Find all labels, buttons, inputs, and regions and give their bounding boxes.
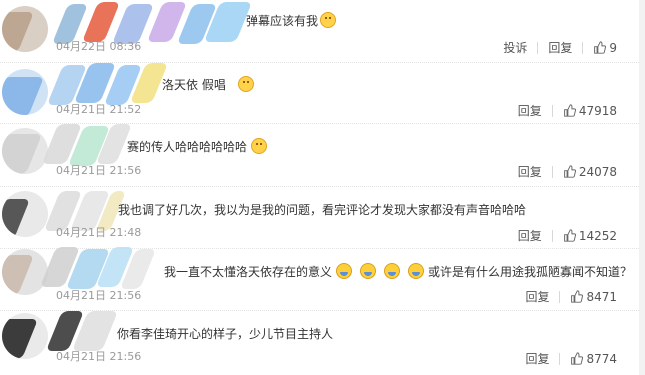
divider <box>551 165 553 178</box>
scrollbar[interactable] <box>639 0 645 375</box>
comment-text: 弹幕应该有我 <box>246 12 337 29</box>
like-button[interactable]: 8774 <box>570 352 617 366</box>
like-count: 47918 <box>578 103 617 118</box>
comment-text: 我一直不太懂洛天依存在的意义 或许是有什么用途我孤陋寡闻不知道？ <box>164 263 632 280</box>
avatar[interactable] <box>2 69 48 115</box>
comment-text: 你看李佳琦开心的样子，少儿节目主持人 <box>117 325 333 342</box>
doge-face-icon <box>320 12 337 28</box>
comment-body: 赛的传人哈哈哈哈哈哈 <box>127 140 248 154</box>
avatar[interactable] <box>2 249 48 295</box>
comment-actions: 回复 24078 <box>518 163 617 180</box>
divider <box>559 290 561 303</box>
like-button[interactable]: 24078 <box>563 165 617 179</box>
comment-time: 04月21日 21:48 <box>56 226 142 239</box>
reply-button[interactable]: 回复 <box>518 163 542 180</box>
comment-time: 04月21日 21:52 <box>56 103 142 116</box>
like-count: 8471 <box>586 289 617 304</box>
reply-button[interactable]: 回复 <box>518 102 542 119</box>
comment-body-continued: 或许是有什么用途我孤陋寡闻不知道？ <box>428 265 633 279</box>
avatar[interactable] <box>2 191 48 237</box>
divider <box>551 104 553 117</box>
comment-time: 04月22日 08:36 <box>56 40 142 53</box>
comment-text: 洛天依 假唱 <box>162 76 254 93</box>
avatar[interactable] <box>2 313 48 359</box>
like-button[interactable]: 47918 <box>563 104 617 118</box>
thumbs-up-icon <box>571 290 584 303</box>
reply-button[interactable]: 回复 <box>525 288 549 305</box>
comment-body: 你看李佳琦开心的样子，少儿节目主持人 <box>117 327 334 341</box>
comment-item: 我一直不太懂洛天依存在的意义 或许是有什么用途我孤陋寡闻不知道？ 04月21日 2… <box>0 247 645 311</box>
avatar[interactable] <box>2 6 48 52</box>
laughing-tears-icon <box>384 263 401 279</box>
like-count: 9 <box>609 40 617 55</box>
divider <box>582 41 584 54</box>
comment-actions: 回复 8774 <box>525 350 617 367</box>
comment-item: 弹幕应该有我 04月22日 08:36 投诉 回复 9 <box>0 0 645 62</box>
divider <box>551 229 553 242</box>
comment-actions: 回复 47918 <box>518 102 617 119</box>
comment-text: 我也调了好几次，我以为是我的问题，看完评论才发现大家都没有声音哈哈哈 <box>118 201 526 218</box>
laughing-tears-icon <box>408 263 425 279</box>
comment-time: 04月21日 21:56 <box>56 164 142 177</box>
like-count: 14252 <box>578 228 617 243</box>
like-count: 24078 <box>578 164 617 179</box>
doge-face-icon <box>251 138 268 154</box>
comment-time: 04月21日 21:56 <box>56 350 142 363</box>
comment-actions: 回复 8471 <box>525 288 617 305</box>
comment-actions: 回复 14252 <box>518 227 617 244</box>
comment-time: 04月21日 21:56 <box>56 289 142 302</box>
reply-button[interactable]: 回复 <box>548 39 572 56</box>
doge-face-icon <box>237 76 254 92</box>
comment-body: 弹幕应该有我 <box>246 14 319 28</box>
like-count: 8774 <box>586 351 617 366</box>
thumbs-up-icon <box>594 41 607 54</box>
report-button[interactable]: 投诉 <box>503 39 527 56</box>
like-button[interactable]: 14252 <box>563 229 617 243</box>
comment-body: 我也调了好几次，我以为是我的问题，看完评论才发现大家都没有声音哈哈哈 <box>118 203 527 217</box>
comment-item: 赛的传人哈哈哈哈哈哈 04月21日 21:56 回复 24078 <box>0 124 645 186</box>
thumbs-up-icon <box>563 104 576 117</box>
thumbs-up-icon <box>571 352 584 365</box>
divider <box>559 352 561 365</box>
comment-text: 赛的传人哈哈哈哈哈哈 <box>127 138 268 155</box>
like-button[interactable]: 9 <box>593 41 617 55</box>
reply-button[interactable]: 回复 <box>525 350 549 367</box>
like-button[interactable]: 8471 <box>570 290 617 304</box>
laughing-tears-icon <box>360 263 377 279</box>
comment-item: 洛天依 假唱 04月21日 21:52 回复 47918 <box>0 63 645 125</box>
thumbs-up-icon <box>563 165 576 178</box>
comment-actions: 投诉 回复 9 <box>503 39 617 56</box>
divider <box>537 41 539 54</box>
avatar[interactable] <box>2 128 48 174</box>
laughing-tears-icon <box>336 263 353 279</box>
comment-body: 洛天依 假唱 <box>162 78 226 92</box>
comment-body: 我一直不太懂洛天依存在的意义 <box>164 265 333 279</box>
thumbs-up-icon <box>563 229 576 242</box>
comment-item: 你看李佳琦开心的样子，少儿节目主持人 04月21日 21:56 回复 8774 <box>0 311 645 373</box>
comment-item: 我也调了好几次，我以为是我的问题，看完评论才发现大家都没有声音哈哈哈 04月21… <box>0 187 645 249</box>
reply-button[interactable]: 回复 <box>518 227 542 244</box>
